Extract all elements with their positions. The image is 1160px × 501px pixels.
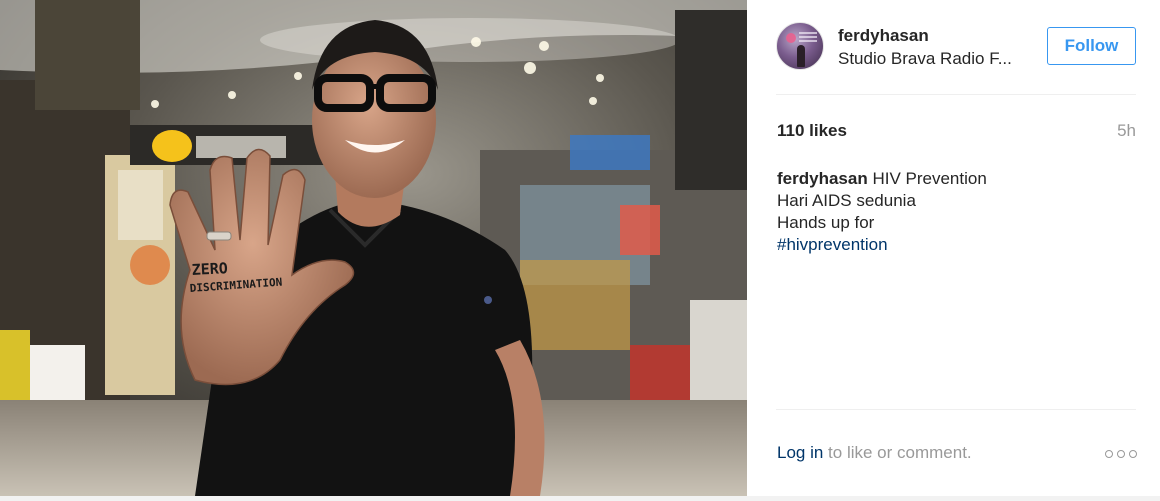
avatar-person-figure: [797, 45, 805, 67]
post-timestamp[interactable]: 5h: [1117, 121, 1136, 141]
caption-line-1: HIV Prevention: [872, 169, 987, 188]
caption-hashtag[interactable]: #hivprevention: [777, 234, 1137, 256]
divider: [776, 94, 1136, 95]
hand-text-zero: ZERO: [191, 259, 228, 279]
post-caption: ferdyhasan HIV Prevention Hari AIDS sedu…: [777, 168, 1137, 256]
avatar[interactable]: [776, 22, 824, 70]
avatar-text-lines: [799, 32, 817, 34]
login-prompt: Log in to like or comment.: [777, 443, 972, 463]
caption-username[interactable]: ferdyhasan: [777, 169, 868, 188]
post-header: ferdyhasan Studio Brava Radio F... Follo…: [747, 0, 1160, 95]
author-username[interactable]: ferdyhasan: [838, 26, 929, 46]
caption-line-3: Hands up for: [777, 213, 875, 232]
divider: [776, 409, 1136, 410]
more-options-icon[interactable]: [1105, 448, 1137, 460]
post-photo[interactable]: ZERO DISCRIMINATION: [0, 0, 747, 496]
likes-count[interactable]: 110 likes: [777, 121, 847, 141]
login-prompt-text: to like or comment.: [823, 443, 972, 462]
avatar-logo-dot: [786, 33, 796, 43]
caption-line-2: Hari AIDS sedunia: [777, 191, 916, 210]
post-location[interactable]: Studio Brava Radio F...: [838, 49, 1028, 69]
page-bottom-edge: [0, 496, 1160, 501]
login-link[interactable]: Log in: [777, 443, 823, 462]
follow-button[interactable]: Follow: [1047, 27, 1136, 65]
post-photo-illustration: ZERO DISCRIMINATION: [0, 0, 747, 496]
post-side-panel: ferdyhasan Studio Brava Radio F... Follo…: [747, 0, 1160, 496]
